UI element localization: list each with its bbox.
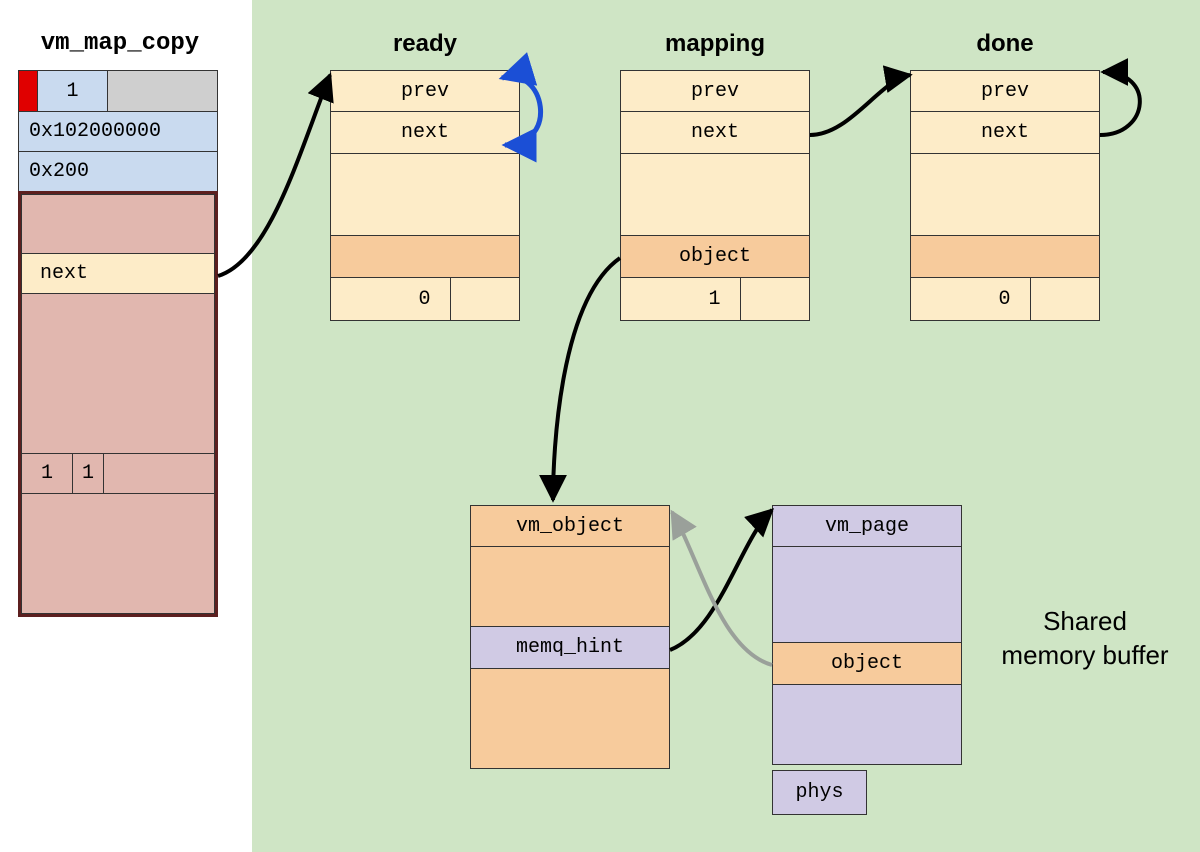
title-vm-map-copy: vm_map_copy [30, 30, 210, 57]
vm-copy-flag-1: 1 [22, 454, 73, 493]
vm-page-struct: vm_page object [772, 505, 962, 765]
title-mapping: mapping [620, 30, 810, 58]
ready-next: next [330, 112, 520, 154]
title-done: done [910, 30, 1100, 58]
mapping-flag-val: 1 [690, 278, 741, 320]
ready-flags: 0 [330, 278, 520, 321]
vm-copy-entry-flags: 1 1 [21, 454, 215, 494]
done-flag-val: 0 [980, 278, 1031, 320]
shared-memory-label: Shared memory buffer [995, 605, 1175, 673]
vm-page-phys: phys [772, 770, 867, 815]
entry-done: prev next 0 [910, 70, 1100, 321]
ready-flag-val: 0 [400, 278, 451, 320]
mapping-flags: 1 [620, 278, 810, 321]
vm-copy-address: 0x102000000 [18, 112, 218, 152]
mapping-prev: prev [620, 70, 810, 112]
vm-map-copy-struct: 1 0x102000000 0x200 next 1 1 [18, 70, 218, 617]
vm-page-object: object [772, 643, 962, 685]
done-prev: prev [910, 70, 1100, 112]
vm-copy-size: 0x200 [18, 152, 218, 192]
done-next: next [910, 112, 1100, 154]
done-flags: 0 [910, 278, 1100, 321]
vm-copy-flag-2: 1 [73, 454, 104, 493]
vm-copy-entry: next 1 1 [18, 191, 218, 617]
vm-object-title: vm_object [470, 505, 670, 547]
ready-prev: prev [330, 70, 520, 112]
done-object [910, 236, 1100, 278]
vm-copy-padding [108, 70, 218, 112]
vm-copy-red-flag [18, 70, 38, 112]
entry-mapping: prev next object 1 [620, 70, 810, 321]
vm-object-struct: vm_object memq_hint [470, 505, 670, 769]
vm-page-title: vm_page [772, 505, 962, 547]
mapping-object: object [620, 236, 810, 278]
entry-ready: prev next 0 [330, 70, 520, 321]
title-ready: ready [330, 30, 520, 58]
vm-object-memq-hint: memq_hint [470, 627, 670, 669]
mapping-next: next [620, 112, 810, 154]
vm-copy-type: 1 [38, 70, 108, 112]
vm-copy-entry-next: next [21, 254, 215, 294]
ready-object [330, 236, 520, 278]
